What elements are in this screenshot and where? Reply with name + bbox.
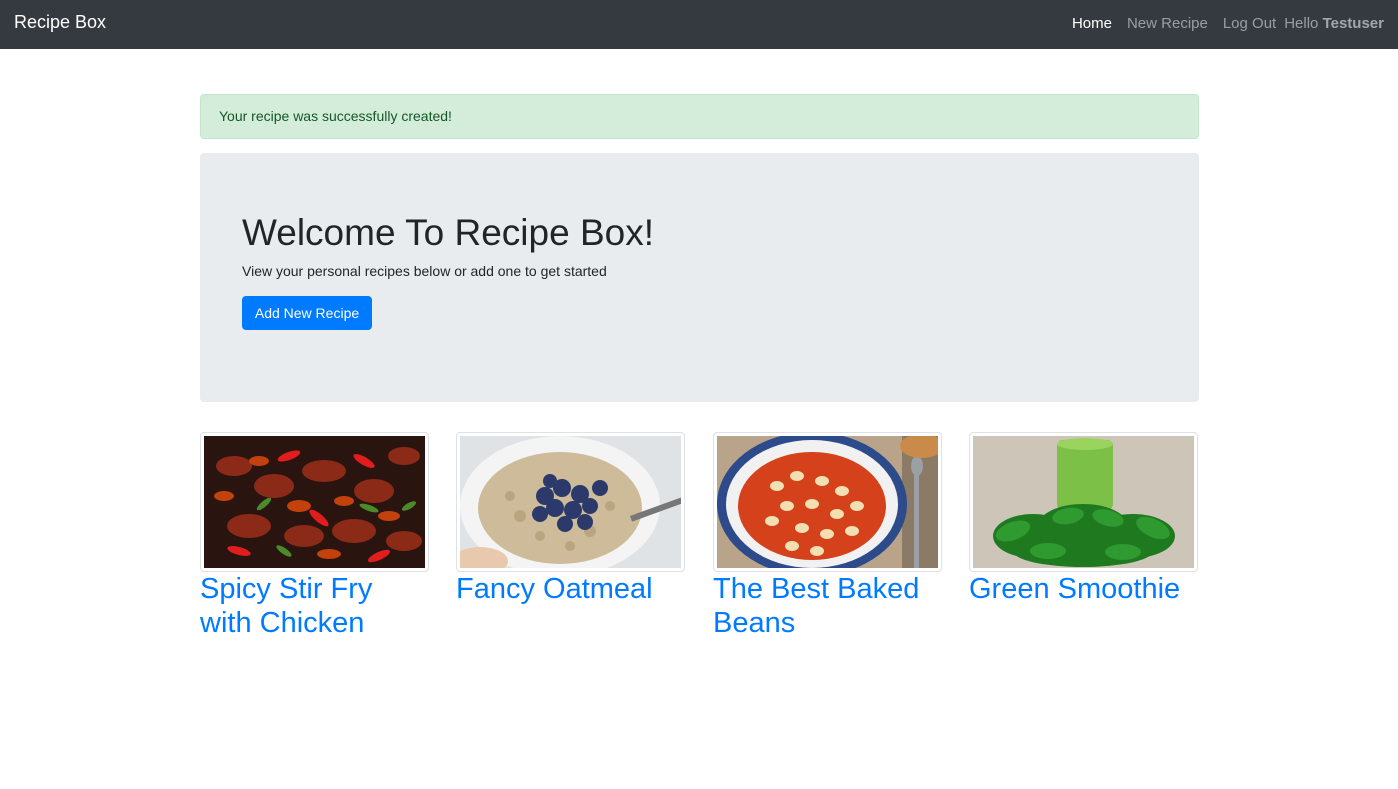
baked-beans-photo-icon [717,436,938,568]
recipe-thumbnail[interactable] [456,432,685,572]
recipe-title-link[interactable]: Fancy Oatmeal [456,572,685,606]
brand-link[interactable]: Recipe Box [14,12,106,33]
nav-new-recipe-link[interactable]: New Recipe [1127,15,1208,32]
recipe-card: Spicy Stir Fry with Chicken [200,432,429,640]
recipe-title-link[interactable]: Green Smoothie [969,572,1198,606]
recipe-thumbnail[interactable] [200,432,429,572]
recipe-thumbnail[interactable] [969,432,1198,572]
top-navbar: Recipe Box Home New Recipe Log Out Hello… [0,0,1398,49]
welcome-lead: View your personal recipes below or add … [242,263,607,279]
green-smoothie-photo-icon [973,436,1194,568]
alert-message: Your recipe was successfully created! [219,108,452,124]
recipe-card: Green Smoothie [969,432,1198,606]
success-alert: Your recipe was successfully created! [200,94,1199,139]
recipe-card: The Best Baked Beans [713,432,942,640]
nav-home-link[interactable]: Home [1072,15,1112,32]
recipe-card: Fancy Oatmeal [456,432,685,606]
hello-greeting: Hello Testuser [1284,15,1384,32]
navbar-right: Home New Recipe Log Out Hello Testuser [1072,15,1384,32]
welcome-jumbotron: Welcome To Recipe Box! View your persona… [200,153,1199,402]
recipe-title-link[interactable]: The Best Baked Beans [713,572,942,640]
welcome-title: Welcome To Recipe Box! [242,212,654,253]
recipe-title-link[interactable]: Spicy Stir Fry with Chicken [200,572,429,640]
hello-prefix: Hello [1284,15,1319,32]
stir-fry-photo-icon [204,436,425,568]
add-new-recipe-button[interactable]: Add New Recipe [242,296,372,330]
nav-logout-link[interactable]: Log Out [1223,15,1276,32]
recipe-thumbnail[interactable] [713,432,942,572]
oatmeal-photo-icon [460,436,681,568]
username: Testuser [1322,15,1384,32]
